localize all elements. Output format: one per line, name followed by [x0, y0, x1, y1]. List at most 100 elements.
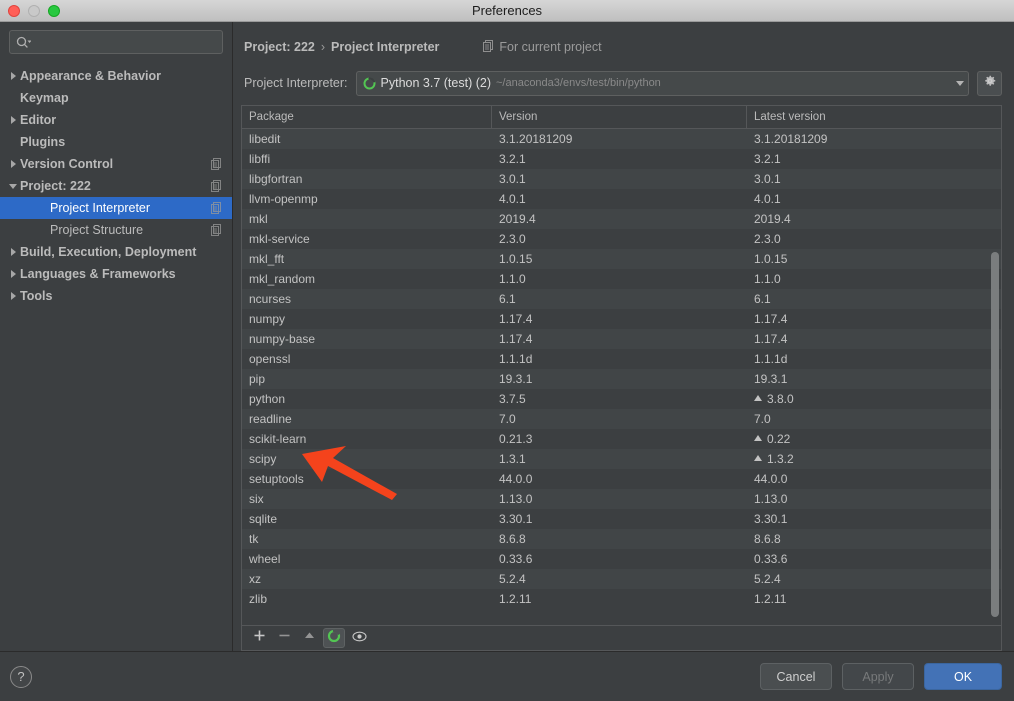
sidebar-item-project-interpreter[interactable]: Project Interpreter	[0, 197, 232, 219]
cell-latest-version: 3.1.20181209	[747, 132, 1001, 146]
breadcrumb-root[interactable]: Project: 222	[244, 40, 315, 54]
cell-latest-version-text: 1.17.4	[754, 312, 788, 326]
minus-button[interactable]	[273, 628, 295, 648]
column-header-package[interactable]: Package	[242, 106, 492, 128]
interpreter-settings-button[interactable]	[977, 70, 1002, 96]
gear-icon	[983, 74, 997, 93]
search-input[interactable]	[35, 35, 216, 49]
chevron-down-icon[interactable]	[6, 183, 20, 189]
search-container	[0, 30, 232, 62]
table-row[interactable]: readline 7.0 7.0	[242, 409, 1001, 429]
table-row[interactable]: libffi 3.2.1 3.2.1	[242, 149, 1001, 169]
chevron-right-icon[interactable]	[6, 160, 20, 168]
table-row[interactable]: tk 8.6.8 8.6.8	[242, 529, 1001, 549]
chevron-right-icon[interactable]	[6, 72, 20, 80]
eye-button[interactable]	[348, 628, 370, 648]
search-box[interactable]	[9, 30, 223, 54]
table-row[interactable]: numpy 1.17.4 1.17.4	[242, 309, 1001, 329]
help-button[interactable]: ?	[10, 665, 32, 688]
table-row[interactable]: six 1.13.0 1.13.0	[242, 489, 1001, 509]
cell-version: 1.1.0	[499, 272, 526, 286]
table-row[interactable]: mkl_fft 1.0.15 1.0.15	[242, 249, 1001, 269]
interpreter-combobox[interactable]: Python 3.7 (test) (2) ~/anaconda3/envs/t…	[355, 70, 969, 96]
cell-latest-version: 2.3.0	[747, 232, 1001, 246]
cell-latest-version: 1.17.4	[747, 332, 1001, 346]
cell-version: 3.0.1	[499, 172, 526, 186]
cancel-button[interactable]: Cancel	[760, 663, 832, 690]
table-row[interactable]: setuptools 44.0.0 44.0.0	[242, 469, 1001, 489]
table-row[interactable]: libgfortran 3.0.1 3.0.1	[242, 169, 1001, 189]
cell-version: 7.0	[499, 412, 516, 426]
column-header-version[interactable]: Version	[492, 106, 747, 128]
chevron-right-icon[interactable]	[6, 270, 20, 278]
conda-button[interactable]	[323, 628, 345, 648]
window-controls	[8, 4, 60, 17]
table-row[interactable]: libedit 3.1.20181209 3.1.20181209	[242, 129, 1001, 149]
module-icon	[483, 39, 494, 55]
module-icon	[211, 224, 222, 236]
chevron-down-icon[interactable]	[948, 80, 964, 86]
cell-version: 1.2.11	[499, 592, 532, 606]
chevron-right-icon[interactable]	[6, 116, 20, 124]
cell-package: six	[249, 492, 264, 506]
cell-latest-version-text: 3.30.1	[754, 512, 788, 526]
table-row[interactable]: ncurses 6.1 6.1	[242, 289, 1001, 309]
table-row[interactable]: zlib 1.2.11 1.2.11	[242, 589, 1001, 609]
sidebar-item-plugins[interactable]: Plugins	[0, 131, 232, 153]
cell-latest-version: 1.1.1d	[747, 352, 1001, 366]
zoom-button[interactable]	[48, 4, 60, 17]
sidebar-item-keymap[interactable]: Keymap	[0, 87, 232, 109]
close-button[interactable]	[8, 4, 20, 17]
cell-latest-version: 1.17.4	[747, 312, 1001, 326]
table-row[interactable]: wheel 0.33.6 0.33.6	[242, 549, 1001, 569]
cell-package: sqlite	[249, 512, 278, 526]
sidebar-item-version-control[interactable]: Version Control	[0, 153, 232, 175]
cell-package: wheel	[249, 552, 281, 566]
chevron-right-icon[interactable]	[6, 248, 20, 256]
python-env-icon	[363, 76, 376, 90]
interpreter-row: Project Interpreter: Python 3.7 (test) (…	[241, 70, 1002, 96]
sidebar-item-appearance-behavior[interactable]: Appearance & Behavior	[0, 65, 232, 87]
table-row[interactable]: python 3.7.5 3.8.0	[242, 389, 1001, 409]
cell-package: numpy-base	[249, 332, 316, 346]
table-row[interactable]: llvm-openmp 4.0.1 4.0.1	[242, 189, 1001, 209]
plus-button[interactable]	[248, 628, 270, 648]
table-row[interactable]: xz 5.2.4 5.2.4	[242, 569, 1001, 589]
cell-version: 5.2.4	[499, 572, 526, 586]
chevron-right-icon[interactable]	[6, 292, 20, 300]
table-row[interactable]: openssl 1.1.1d 1.1.1d	[242, 349, 1001, 369]
table-vertical-scrollbar[interactable]	[991, 252, 999, 617]
sidebar-item-project-structure[interactable]: Project Structure	[0, 219, 232, 241]
cell-version: 2.3.0	[499, 232, 526, 246]
sidebar-item-project-222[interactable]: Project: 222	[0, 175, 232, 197]
table-row[interactable]: mkl_random 1.1.0 1.1.0	[242, 269, 1001, 289]
sidebar-item-editor[interactable]: Editor	[0, 109, 232, 131]
sidebar-item-languages-frameworks[interactable]: Languages & Frameworks	[0, 263, 232, 285]
table-row[interactable]: mkl-service 2.3.0 2.3.0	[242, 229, 1001, 249]
cell-latest-version: 44.0.0	[747, 472, 1001, 486]
cell-package: mkl	[249, 212, 268, 226]
cell-package: libedit	[249, 132, 281, 146]
packages-table-body[interactable]: libedit 3.1.20181209 3.1.20181209 libffi 3.2…	[242, 129, 1001, 625]
upgrade-button[interactable]	[298, 628, 320, 648]
table-row[interactable]: scikit-learn 0.21.3 0.22	[242, 429, 1001, 449]
conda-icon	[327, 629, 341, 648]
ok-button[interactable]: OK	[924, 663, 1002, 690]
minimize-button[interactable]	[28, 4, 40, 17]
dialog-buttons: Cancel Apply OK	[760, 663, 1002, 690]
sidebar-item-build-execution-deployment[interactable]: Build, Execution, Deployment	[0, 241, 232, 263]
table-row[interactable]: scipy 1.3.1 1.3.2	[242, 449, 1001, 469]
table-row[interactable]: sqlite 3.30.1 3.30.1	[242, 509, 1001, 529]
column-header-latest-version[interactable]: Latest version	[747, 106, 1001, 128]
sidebar-item-tools[interactable]: Tools	[0, 285, 232, 307]
cell-latest-version-text: 3.0.1	[754, 172, 781, 186]
cell-version: 1.17.4	[499, 312, 533, 326]
sidebar-item-label: Appearance & Behavior	[20, 69, 162, 83]
packages-table: Package Version Latest version libedit 3.1.…	[241, 105, 1002, 651]
breadcrumb-separator: ›	[320, 40, 326, 54]
cell-latest-version: 2019.4	[747, 212, 1001, 226]
table-row[interactable]: mkl 2019.4 2019.4	[242, 209, 1001, 229]
cell-package: python	[249, 392, 286, 406]
table-row[interactable]: numpy-base 1.17.4 1.17.4	[242, 329, 1001, 349]
table-row[interactable]: pip 19.3.1 19.3.1	[242, 369, 1001, 389]
